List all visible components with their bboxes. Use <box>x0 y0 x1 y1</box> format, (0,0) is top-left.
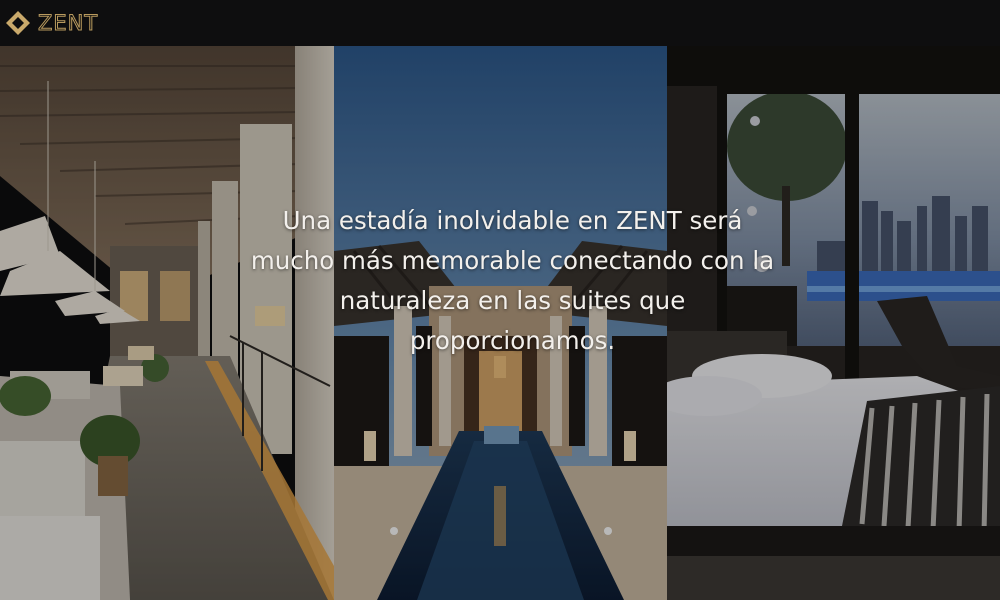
diamond-logo-icon <box>6 11 30 35</box>
brand-logo-link[interactable]: ZENT <box>5 10 98 36</box>
brand-name: ZENT <box>37 10 99 35</box>
hero-tagline: Una estadía inolvidable en ZENT será muc… <box>250 205 775 355</box>
hero-section: Una estadía inolvidable en ZENT será muc… <box>0 46 1000 600</box>
top-navigation-bar: ZENT <box>0 0 1000 46</box>
